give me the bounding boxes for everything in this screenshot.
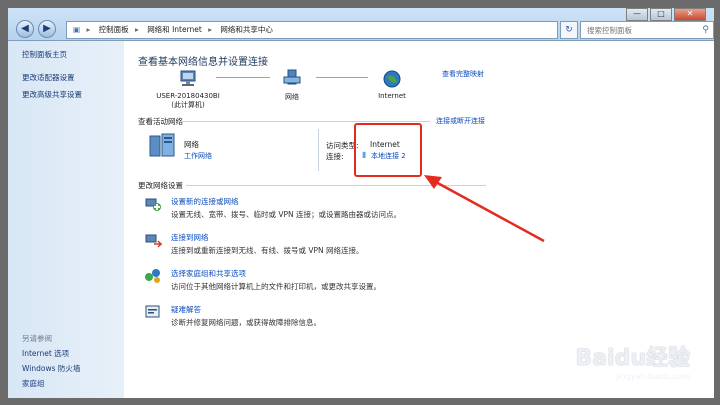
computer-icon	[180, 70, 196, 86]
sidebar-item-firewall[interactable]: Windows 防火墙	[22, 363, 80, 374]
computer-name: USER-20180430BI	[156, 92, 220, 100]
window-controls: — □ ✕	[624, 8, 706, 21]
annotation-arrow	[424, 175, 545, 243]
active-networks-heading: 查看活动网络	[138, 117, 183, 126]
network-label: 网络	[285, 93, 299, 101]
sidebar: 控制面板主页 更改适配器设置 更改高级共享设置 另请参阅 Internet 选项…	[8, 41, 124, 398]
computer-subtitle: (此计算机)	[171, 101, 205, 109]
forward-button[interactable]: ▶	[38, 20, 56, 38]
vertical-divider	[318, 129, 319, 171]
task-title[interactable]: 选择家庭组和共享选项	[171, 268, 246, 279]
back-button[interactable]: ◀	[16, 20, 34, 38]
connection-label: 连接:	[326, 152, 344, 161]
task-description: 诊断并修复网络问题，或获得故障排除信息。	[171, 318, 321, 327]
breadcrumb-network-sharing[interactable]: 网络和共享中心	[220, 25, 273, 34]
highlight-box	[354, 123, 422, 177]
task-title[interactable]: 连接到网络	[171, 232, 209, 243]
homegroup-icon	[145, 269, 160, 283]
sidebar-item-change-adapter[interactable]: 更改适配器设置	[22, 72, 124, 83]
map-connector	[316, 77, 368, 78]
address-bar[interactable]: ▣ ▸ 控制面板 ▸ 网络和 Internet ▸ 网络和共享中心	[66, 21, 558, 39]
minimize-button[interactable]: —	[626, 8, 648, 21]
search-icon[interactable]: ⚲	[702, 22, 709, 38]
search-box[interactable]: ⚲	[580, 21, 714, 39]
title-bar: — □ ✕ ◀ ▶ ▣ ▸ 控制面板 ▸ 网络和 Internet ▸ 网络和共享中…	[8, 8, 714, 41]
globe-icon	[383, 70, 401, 88]
sidebar-item-homegroup[interactable]: 家庭组	[22, 378, 45, 389]
back-arrow-icon: ◀	[21, 23, 29, 34]
change-settings-heading: 更改网络设置	[138, 181, 183, 190]
map-computer[interactable]: USER-20180430BI (此计算机)	[152, 68, 224, 110]
window-frame: — □ ✕ ◀ ▶ ▣ ▸ 控制面板 ▸ 网络和 Internet ▸ 网络和共享中…	[0, 0, 720, 405]
watermark: Baidu经验 jingyan.baidu.com	[575, 340, 690, 381]
folder-icon: ▣	[73, 25, 81, 34]
sidebar-item-control-panel-home[interactable]: 控制面板主页	[22, 49, 124, 60]
refresh-button[interactable]: ↻	[560, 21, 578, 39]
work-network-icon	[149, 133, 175, 157]
map-internet[interactable]: Internet	[369, 68, 415, 100]
forward-arrow-icon: ▶	[43, 23, 51, 34]
task-description: 设置无线、宽带、拨号、临时或 VPN 连接；或设置路由器或访问点。	[171, 210, 402, 219]
task-title[interactable]: 疑难解答	[171, 304, 201, 315]
task-title[interactable]: 设置新的连接或网络	[171, 196, 239, 207]
new-connection-icon	[145, 198, 161, 211]
map-network[interactable]: 网络	[272, 68, 312, 102]
network-icon	[283, 69, 301, 85]
search-input[interactable]	[585, 22, 699, 38]
connect-network-icon	[145, 234, 162, 248]
sidebar-item-internet-options[interactable]: Internet 选项	[22, 348, 69, 359]
page-title: 查看基本网络信息并设置连接	[138, 57, 268, 68]
task-description: 连接到或重新连接到无线、有线、拨号或 VPN 网络连接。	[171, 246, 364, 255]
breadcrumb-control-panel[interactable]: 控制面板	[99, 25, 129, 34]
sidebar-item-advanced-sharing[interactable]: 更改高级共享设置	[22, 89, 124, 100]
maximize-button[interactable]: □	[650, 8, 672, 21]
view-full-map-link[interactable]: 查看完整映射	[442, 69, 484, 79]
refresh-icon: ↻	[565, 25, 573, 35]
map-connector	[216, 77, 270, 78]
close-button[interactable]: ✕	[674, 8, 706, 21]
watermark-brand: Baidu经验	[575, 346, 690, 371]
breadcrumb-network-internet[interactable]: 网络和 Internet	[147, 25, 202, 34]
active-network-name: 网络	[184, 140, 199, 149]
network-type-link[interactable]: 工作网络	[184, 151, 212, 161]
task-description: 访问位于其他网络计算机上的文件和打印机，或更改共享设置。	[171, 282, 381, 291]
connect-disconnect-link[interactable]: 连接或断开连接	[436, 116, 485, 126]
troubleshoot-icon	[145, 305, 160, 318]
internet-label: Internet	[378, 92, 406, 100]
watermark-url: jingyan.baidu.com	[616, 372, 690, 381]
see-also-heading: 另请参阅	[22, 334, 52, 343]
divider	[178, 121, 430, 122]
